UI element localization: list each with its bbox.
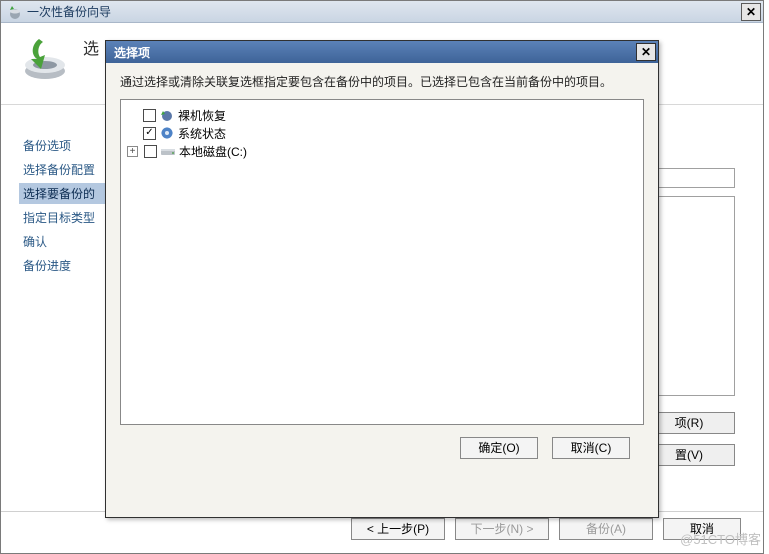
step-target-type[interactable]: 指定目标类型 bbox=[19, 207, 119, 228]
step-progress[interactable]: 备份进度 bbox=[19, 255, 119, 276]
system-state-icon bbox=[159, 126, 175, 140]
checkbox-bare-metal[interactable] bbox=[143, 109, 156, 122]
tree-item-local-disk-c[interactable]: + 本地磁盘(C:) bbox=[127, 142, 637, 160]
dialog-instruction: 通过选择或清除关联复选框指定要包含在备份中的项目。已选择已包含在当前备份中的项目… bbox=[120, 73, 644, 91]
ok-button[interactable]: 确定(O) bbox=[460, 437, 538, 459]
select-items-dialog: 选择项 ✕ 通过选择或清除关联复选框指定要包含在备份中的项目。已选择已包含在当前… bbox=[105, 40, 659, 518]
wizard-header-icon bbox=[21, 35, 69, 83]
items-tree[interactable]: 裸机恢复 ✓ 系统状态 + 本地磁盘(C:) bbox=[120, 99, 644, 425]
dialog-cancel-button[interactable]: 取消(C) bbox=[552, 437, 630, 459]
checkbox-system-state[interactable]: ✓ bbox=[143, 127, 156, 140]
step-confirm[interactable]: 确认 bbox=[19, 231, 119, 252]
dialog-titlebar: 选择项 ✕ bbox=[106, 41, 658, 63]
dialog-close-button[interactable]: ✕ bbox=[636, 43, 656, 61]
prev-button[interactable]: < 上一步(P) bbox=[351, 518, 445, 540]
wizard-titlebar: 一次性备份向导 ✕ bbox=[1, 1, 763, 23]
dialog-body: 通过选择或清除关联复选框指定要包含在备份中的项目。已选择已包含在当前备份中的项目… bbox=[106, 63, 658, 469]
dialog-button-bar: 确定(O) 取消(C) bbox=[120, 425, 644, 459]
wizard-header-title: 选 bbox=[83, 35, 99, 59]
tree-item-bare-metal[interactable]: 裸机恢复 bbox=[127, 106, 637, 124]
checkbox-local-disk-c[interactable] bbox=[144, 145, 157, 158]
watermark: @51CTO博客 bbox=[680, 529, 761, 548]
backup-button[interactable]: 备份(A) bbox=[559, 518, 653, 540]
step-backup-options[interactable]: 备份选项 bbox=[19, 135, 119, 156]
close-icon: ✕ bbox=[746, 5, 756, 19]
step-select-config[interactable]: 选择备份配置 bbox=[19, 159, 119, 180]
tree-item-label: 裸机恢复 bbox=[178, 107, 226, 124]
tree-item-system-state[interactable]: ✓ 系统状态 bbox=[127, 124, 637, 142]
disk-icon bbox=[160, 144, 176, 158]
next-button[interactable]: 下一步(N) > bbox=[455, 518, 549, 540]
dialog-title-text: 选择项 bbox=[114, 44, 636, 61]
step-select-items[interactable]: 选择要备份的 bbox=[19, 183, 119, 204]
tree-item-label: 本地磁盘(C:) bbox=[179, 143, 247, 160]
expand-toggle[interactable]: + bbox=[127, 146, 138, 157]
wizard-title-text: 一次性备份向导 bbox=[27, 3, 741, 20]
close-icon: ✕ bbox=[641, 45, 651, 59]
plus-icon: + bbox=[130, 146, 136, 157]
restore-icon bbox=[159, 108, 175, 122]
check-icon: ✓ bbox=[145, 128, 153, 138]
wizard-title-icon bbox=[7, 4, 23, 20]
tree-item-label: 系统状态 bbox=[178, 125, 226, 142]
wizard-close-button[interactable]: ✕ bbox=[741, 3, 761, 21]
